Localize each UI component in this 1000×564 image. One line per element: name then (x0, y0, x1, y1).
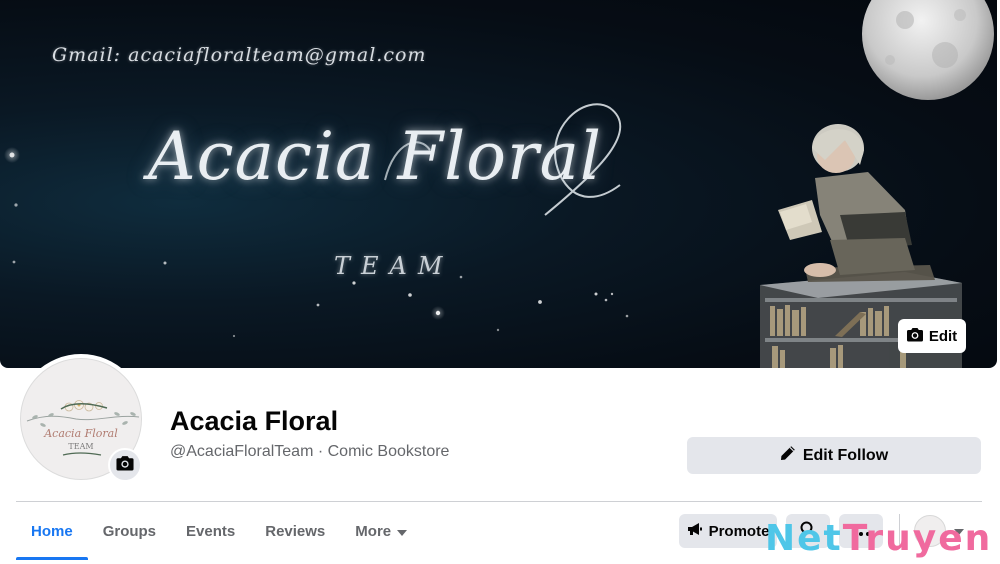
cover-subtitle-text: TEAM (334, 252, 454, 280)
avatar-logo-line2: TEAM (68, 442, 93, 451)
moon (862, 0, 994, 100)
caret-down-icon (397, 523, 408, 540)
edit-cover-label: Edit (928, 327, 958, 345)
page-title: Acacia Floral (170, 406, 339, 436)
cover-title-text: Acacia Floral (148, 118, 603, 195)
watermark-part2: Truyen (842, 518, 993, 559)
edit-cover-button[interactable]: Edit (898, 319, 966, 353)
pencil-icon (780, 445, 796, 466)
tab-reviews[interactable]: Reviews (250, 502, 340, 560)
reading-girl (778, 124, 935, 282)
tab-groups[interactable]: Groups (88, 502, 171, 560)
watermark-part1: Net (765, 518, 843, 559)
tab-reviews-label: Reviews (265, 522, 326, 540)
promote-label: Promote (708, 522, 770, 540)
tab-groups-label: Groups (102, 522, 157, 540)
tab-events[interactable]: Events (171, 502, 250, 560)
tab-home-label: Home (31, 522, 73, 540)
watermark: NetTruyen (765, 518, 992, 559)
edit-follow-label: Edit Follow (802, 446, 889, 464)
tab-events-label: Events (186, 522, 236, 540)
camera-icon (906, 327, 923, 346)
avatar-logo-line1: Acacia Floral (43, 427, 118, 440)
promote-button[interactable]: Promote (679, 514, 777, 548)
page-tabs: Home Groups Events Reviews More (16, 502, 422, 560)
megaphone-icon (687, 522, 703, 540)
avatar-camera-button[interactable] (108, 448, 142, 482)
tab-more-label: More (355, 522, 392, 540)
cover-email-text: Gmail: acaciafloralteam@gmal.com (52, 44, 427, 66)
page-meta: @AcaciaFloralTeam · Comic Bookstore (170, 443, 450, 460)
edit-follow-button[interactable]: Edit Follow (687, 437, 981, 474)
cover-photo: Gmail: acaciafloralteam@gmal.com Acacia … (0, 0, 997, 368)
tab-more[interactable]: More (340, 502, 422, 560)
camera-icon (116, 455, 134, 476)
tab-home[interactable]: Home (16, 502, 88, 560)
